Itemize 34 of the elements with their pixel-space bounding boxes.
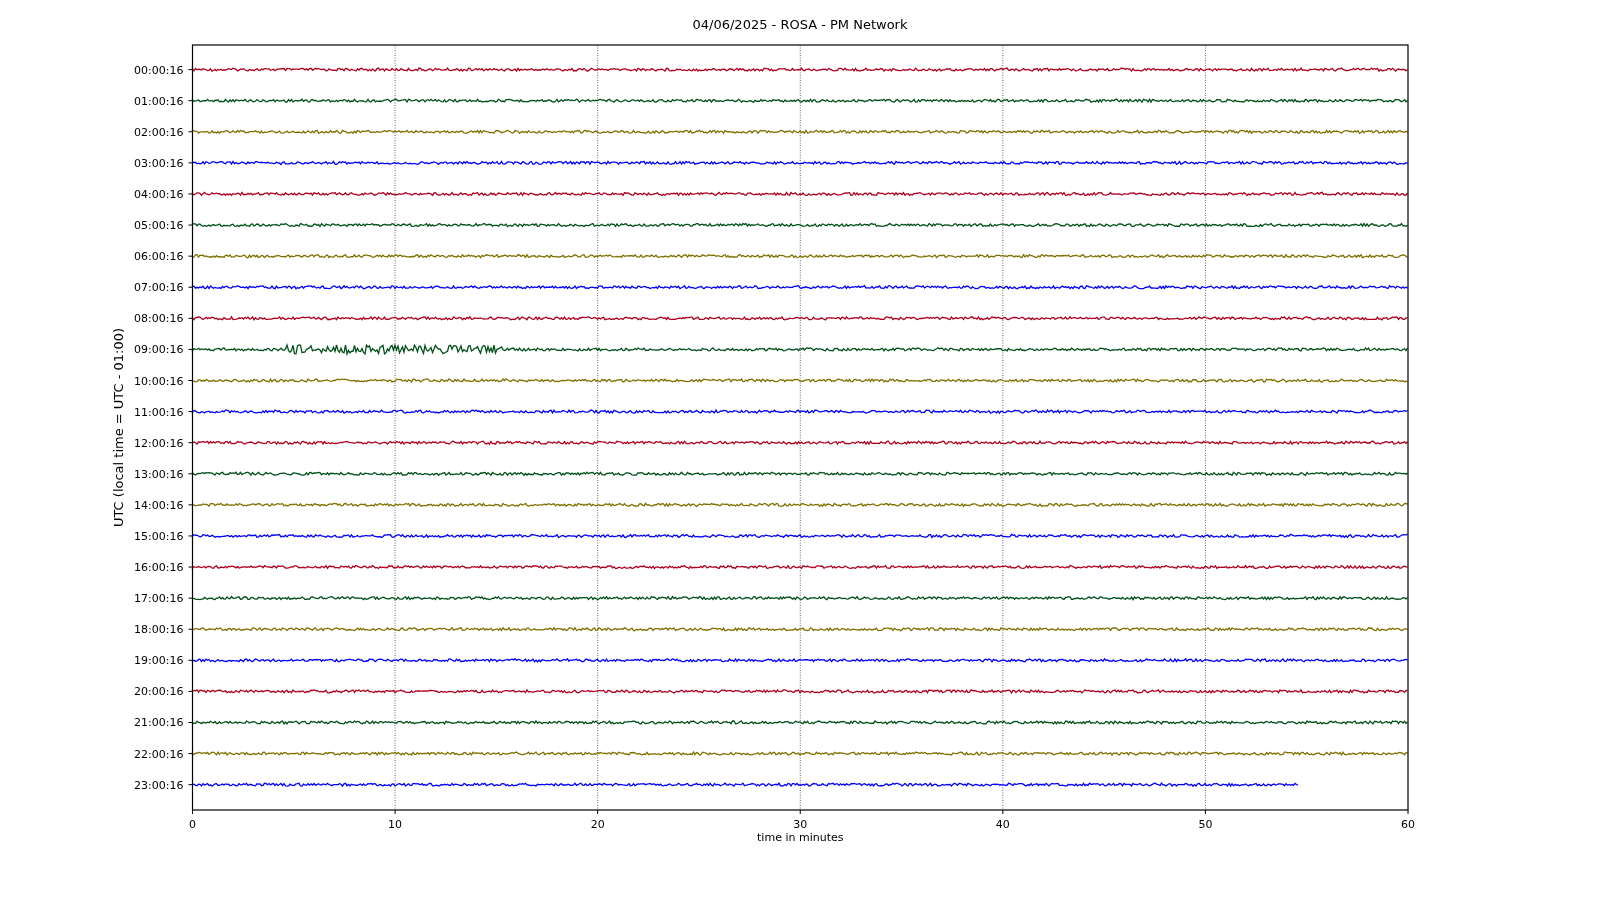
y-tick-label: 12:00:16 <box>134 436 184 450</box>
y-tick-label: 08:00:16 <box>134 312 184 326</box>
y-tick-label: 07:00:16 <box>134 281 184 295</box>
y-axis-label: UTC (local time = UTC - 01:00) <box>111 327 126 528</box>
y-tick-label: 06:00:16 <box>134 250 184 264</box>
y-tick-label: 14:00:16 <box>134 498 184 512</box>
y-tick-label: 00:00:16 <box>134 63 184 77</box>
y-tick-label: 18:00:16 <box>134 623 184 637</box>
x-tick-label: 10 <box>388 818 403 831</box>
x-tick-label: 40 <box>995 818 1010 831</box>
y-tick-label: 21:00:16 <box>134 716 184 730</box>
y-tick-label: 11:00:16 <box>134 405 184 419</box>
x-tick-label: 60 <box>1401 818 1415 831</box>
y-tick-label: 01:00:16 <box>134 94 184 108</box>
y-tick-label: 19:00:16 <box>134 654 184 668</box>
y-tick-label: 20:00:16 <box>134 685 184 699</box>
y-tick-label: 09:00:16 <box>134 343 184 357</box>
x-tick-label: 0 <box>189 818 196 831</box>
x-tick-label: 30 <box>793 818 808 831</box>
y-tick-label: 03:00:16 <box>134 156 184 170</box>
y-tick-label: 13:00:16 <box>134 467 184 481</box>
y-tick-label: 15:00:16 <box>134 529 184 543</box>
y-tick-label: 23:00:16 <box>134 778 184 792</box>
x-tick-label: 50 <box>1198 818 1213 831</box>
y-tick-label: 10:00:16 <box>134 374 184 388</box>
x-tick-label: 20 <box>590 818 605 831</box>
y-tick-label: 04:00:16 <box>134 187 184 201</box>
x-axis-label: time in minutes <box>757 831 844 844</box>
y-tick-label: 16:00:16 <box>134 561 184 575</box>
chart-title: 04/06/2025 - ROSA - PM Network <box>692 17 908 32</box>
y-tick-label: 17:00:16 <box>134 592 184 606</box>
y-tick-label: 05:00:16 <box>134 219 184 233</box>
y-tick-label: 02:00:16 <box>134 125 184 139</box>
y-tick-label: 22:00:16 <box>134 747 184 761</box>
